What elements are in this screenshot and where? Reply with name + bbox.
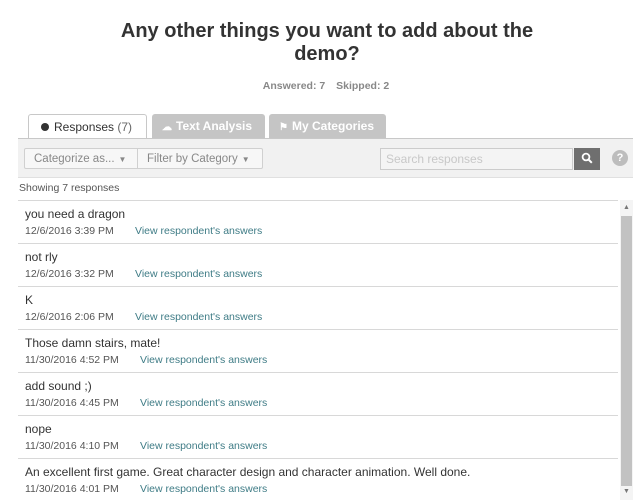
- question-title: Any other things you want to add about t…: [120, 20, 534, 65]
- response-stats: Answered: 7 Skipped: 2: [0, 80, 633, 92]
- response-date: 12/6/2016 2:06 PM: [25, 311, 114, 323]
- view-answers-link[interactable]: View respondent's answers: [140, 397, 267, 409]
- list-item: An excellent first game. Great character…: [18, 459, 618, 501]
- view-answers-link[interactable]: View respondent's answers: [135, 268, 262, 280]
- tab-text-analysis[interactable]: ☁ Text Analysis: [152, 114, 265, 138]
- response-text: you need a dragon: [25, 207, 126, 221]
- response-date: 11/30/2016 4:52 PM: [25, 354, 119, 366]
- response-date: 12/6/2016 3:39 PM: [25, 225, 114, 237]
- list-item: you need a dragon 12/6/2016 3:39 PM View…: [18, 201, 618, 244]
- showing-count: Showing 7 responses: [19, 182, 120, 194]
- answered-count: Answered: 7: [262, 80, 326, 92]
- response-text: An excellent first game. Great character…: [25, 465, 471, 479]
- list-item: K 12/6/2016 2:06 PM View respondent's an…: [18, 287, 618, 330]
- categorize-dropdown[interactable]: Categorize as... ▼: [24, 148, 138, 169]
- scroll-up-arrow-icon[interactable]: ▲: [620, 202, 633, 214]
- response-date: 11/30/2016 4:10 PM: [25, 440, 119, 452]
- toolbar: Categorize as...▼ Filter by Category▼ ?: [18, 139, 633, 178]
- search-input[interactable]: [380, 148, 573, 170]
- filter-label: Filter by Category: [147, 153, 238, 165]
- response-text: not rly: [25, 250, 58, 264]
- view-answers-link[interactable]: View respondent's answers: [140, 483, 267, 495]
- response-text: K: [25, 293, 34, 307]
- view-answers-link[interactable]: View respondent's answers: [135, 225, 262, 237]
- categorize-label: Categorize as...: [34, 153, 115, 165]
- view-answers-link[interactable]: View respondent's answers: [140, 354, 267, 366]
- view-answers-link[interactable]: View respondent's answers: [140, 440, 267, 452]
- list-item: add sound ;) 11/30/2016 4:45 PM View res…: [18, 373, 618, 416]
- list-item: not rly 12/6/2016 3:32 PM View responden…: [18, 244, 618, 287]
- search-button[interactable]: [574, 148, 600, 170]
- response-list: you need a dragon 12/6/2016 3:39 PM View…: [18, 200, 618, 501]
- scroll-thumb[interactable]: [621, 216, 632, 486]
- list-item: nope 11/30/2016 4:10 PM View respondent'…: [18, 416, 618, 459]
- view-answers-link[interactable]: View respondent's answers: [135, 311, 262, 323]
- tab-responses-count: (7): [117, 120, 133, 134]
- filter-dropdown[interactable]: Filter by Category ▼: [137, 148, 263, 169]
- tab-my-categories-label: My Categories: [291, 119, 374, 133]
- tab-my-categories[interactable]: ⚑ My Categories: [269, 114, 386, 138]
- response-date: 12/6/2016 3:32 PM: [25, 268, 114, 280]
- scrollbar[interactable]: ▲ ▼: [620, 200, 633, 500]
- chevron-down-icon: ▼: [241, 155, 250, 164]
- response-text: add sound ;): [25, 379, 92, 393]
- help-icon[interactable]: ?: [612, 150, 628, 166]
- response-date: 11/30/2016 4:45 PM: [25, 397, 119, 409]
- scroll-down-arrow-icon[interactable]: ▼: [620, 486, 633, 498]
- speech-bubble-icon: [41, 123, 49, 131]
- skipped-count: Skipped: 2: [336, 80, 390, 92]
- tab-responses-label: Responses: [54, 120, 115, 134]
- response-text: Those damn stairs, mate!: [25, 336, 161, 350]
- tab-text-analysis-label: Text Analysis: [176, 119, 253, 133]
- search-icon: [581, 152, 593, 164]
- cloud-icon: ☁: [162, 122, 172, 133]
- chevron-down-icon: ▼: [118, 155, 127, 164]
- response-date: 11/30/2016 4:01 PM: [25, 483, 119, 495]
- tag-icon: ⚑: [279, 122, 288, 133]
- response-text: nope: [25, 422, 52, 436]
- tab-responses[interactable]: Responses (7): [28, 114, 147, 139]
- list-item: Those damn stairs, mate! 11/30/2016 4:52…: [18, 330, 618, 373]
